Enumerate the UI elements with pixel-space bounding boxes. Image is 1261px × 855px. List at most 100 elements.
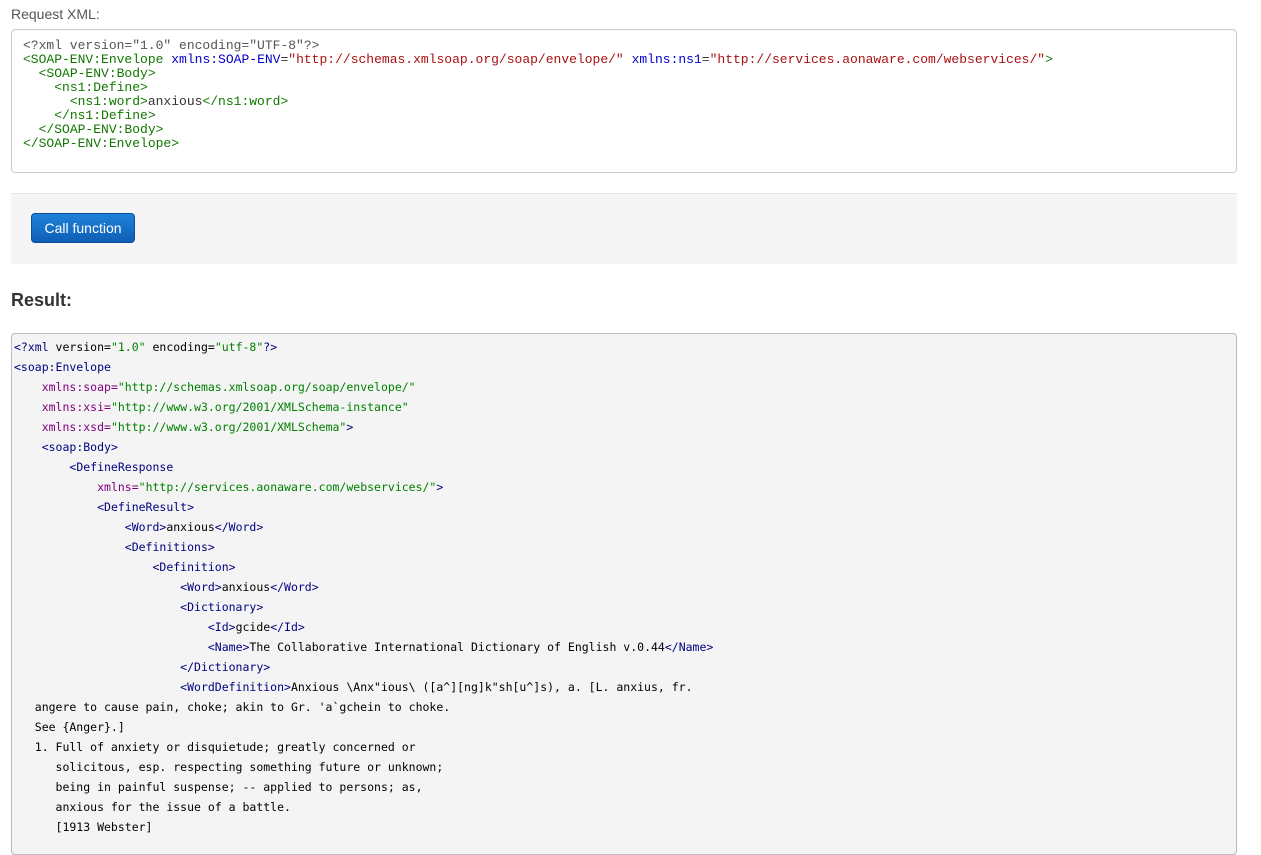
result-code-line: <Word>anxious</Word>: [14, 577, 713, 597]
code-token: <Definitions>: [124, 540, 215, 554]
code-token: "http://services.aonaware.com/webservice…: [709, 52, 1046, 67]
result-code-line: <soap:Envelope: [14, 357, 713, 377]
code-token: </SOAP-ENV:Envelope>: [23, 136, 180, 151]
result-code-line: anxious for the issue of a battle.: [14, 797, 713, 817]
request-xml-editor[interactable]: <?xml version="1.0" encoding="UTF-8"?> <S…: [11, 29, 1237, 173]
code-token: <soap:Envelope: [14, 360, 111, 374]
code-token: <DefineResponse: [69, 460, 174, 474]
code-token: <Name>: [207, 640, 250, 654]
result-code-line: angere to cause pain, choke; akin to Gr.…: [14, 697, 713, 717]
code-token: </ns1:word>: [202, 94, 289, 109]
result-code-line: See {Anger}.]: [14, 717, 713, 737]
code-token: ?>: [263, 340, 278, 354]
request-code-line: <SOAP-ENV:Envelope xmlns:SOAP-ENV="http:…: [23, 53, 1053, 67]
result-heading: Result:: [11, 290, 73, 310]
code-token: </Word>: [270, 580, 319, 594]
result-xml-panel: <?xml version="1.0" encoding="utf-8"?> <s…: [11, 333, 1237, 855]
result-code-line: <Definitions>: [14, 537, 713, 557]
request-code-line: </SOAP-ENV:Envelope>: [23, 137, 1053, 151]
code-token: "http://schemas.xmlsoap.org/soap/envelop…: [288, 52, 624, 67]
code-token: xmlns:ns1: [631, 52, 702, 67]
result-code-line: xmlns:soap="http://schemas.xmlsoap.org/s…: [14, 377, 713, 397]
code-token: xmlns:soap=: [41, 380, 118, 394]
result-code-line: solicitous, esp. respecting something fu…: [14, 757, 713, 777]
code-token: <?xml version="1.0" encoding="UTF-8"?>: [23, 38, 320, 53]
code-token: <ns1:word>: [69, 94, 148, 109]
result-code-line: <Dictionary>: [14, 597, 713, 617]
code-token: <Definition>: [152, 560, 236, 574]
code-token: "http://www.w3.org/2001/XMLSchema": [110, 420, 347, 434]
result-code-line: <Word>anxious</Word>: [14, 517, 713, 537]
code-token: <ns1:Define>: [54, 80, 148, 95]
code-token: "utf-8": [214, 340, 264, 354]
code-token: angere to cause pain, choke; akin to Gr.…: [14, 700, 451, 714]
code-token: </SOAP-ENV:Body>: [38, 122, 164, 137]
code-token: </Id>: [270, 620, 305, 634]
call-function-button[interactable]: Call function: [31, 213, 135, 243]
result-code-line: <Name>The Collaborative International Di…: [14, 637, 713, 657]
result-code-line: 1. Full of anxiety or disquietude; great…: [14, 737, 713, 757]
request-xml-code[interactable]: <?xml version="1.0" encoding="UTF-8"?> <S…: [23, 39, 1053, 151]
code-token: <Word>: [124, 520, 167, 534]
code-token: </Word>: [214, 520, 264, 534]
code-token: xmlns:xsi=: [41, 400, 111, 414]
code-token: anxious: [221, 580, 271, 594]
code-token: <?xml: [14, 340, 56, 354]
code-token: <DefineResult>: [97, 500, 195, 514]
result-xml-code: <?xml version="1.0" encoding="utf-8"?> <s…: [14, 337, 713, 837]
code-token: xmlns:xsd=: [41, 420, 111, 434]
code-token: >: [1045, 52, 1053, 67]
code-token: "http://services.aonaware.com/webservice…: [138, 480, 437, 494]
request-code-line: </ns1:Define>: [23, 109, 1053, 123]
request-code-line: <?xml version="1.0" encoding="UTF-8"?>: [23, 39, 1053, 53]
code-token: xmlns:SOAP-ENV: [171, 52, 281, 67]
code-token: "1.0": [110, 340, 146, 354]
code-token: [1913 Webster]: [14, 820, 153, 834]
code-token: <SOAP-ENV:Envelope: [23, 52, 164, 67]
result-code-line: <DefineResult>: [14, 497, 713, 517]
code-token: >: [436, 480, 444, 494]
code-token: =: [701, 52, 710, 67]
result-code-line: <WordDefinition>Anxious \Anx"ious\ ([a^]…: [14, 677, 713, 697]
code-token: See {Anger}.]: [14, 720, 125, 734]
code-token: <Dictionary>: [180, 600, 264, 614]
result-code-line: xmlns:xsd="http://www.w3.org/2001/XMLSch…: [14, 417, 713, 437]
code-token: version=: [55, 340, 111, 354]
result-code-line: being in painful suspense; -- applied to…: [14, 777, 713, 797]
code-token: The Collaborative International Dictiona…: [249, 640, 665, 654]
code-token: anxious for the issue of a battle.: [14, 800, 291, 814]
result-code-line: [1913 Webster]: [14, 817, 713, 837]
result-code-line: <DefineResponse: [14, 457, 713, 477]
code-token: encoding=: [145, 340, 215, 354]
request-code-line: <SOAP-ENV:Body>: [23, 67, 1053, 81]
code-token: </ns1:Define>: [54, 108, 156, 123]
code-token: </Name>: [664, 640, 714, 654]
result-code-line: xmlns:xsi="http://www.w3.org/2001/XMLSch…: [14, 397, 713, 417]
code-token: <Id>: [207, 620, 236, 634]
code-token: <Word>: [180, 580, 222, 594]
code-token: solicitous, esp. respecting something fu…: [14, 760, 444, 774]
code-token: <soap:Body>: [41, 440, 118, 454]
code-token: "http://schemas.xmlsoap.org/soap/envelop…: [117, 380, 416, 394]
result-code-line: </Dictionary>: [14, 657, 713, 677]
code-token: anxious: [166, 520, 215, 534]
result-code-line: xmlns="http://services.aonaware.com/webs…: [14, 477, 713, 497]
